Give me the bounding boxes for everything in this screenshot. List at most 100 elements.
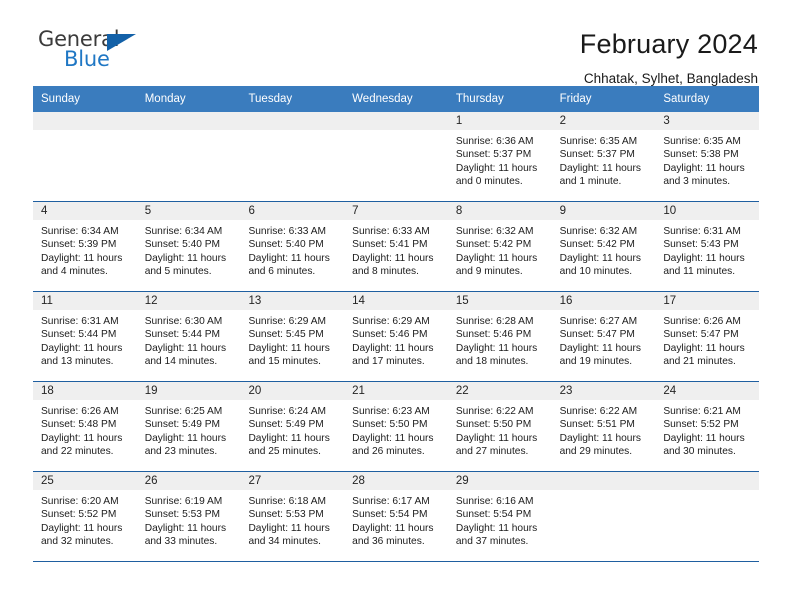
sunset-text: Sunset: 5:41 PM: [352, 239, 428, 251]
daylight-text: Daylight: 11 hours and 32 minutes.: [41, 522, 123, 548]
day-cell[interactable]: 19 Sunrise: 6:25 AM Sunset: 5:49 PM Dayl…: [136, 382, 241, 471]
sunrise-text: Sunrise: 6:26 AM: [663, 316, 741, 327]
sunrise-text: Sunrise: 6:34 AM: [41, 226, 119, 237]
day-number: 16: [551, 292, 656, 310]
day-cell[interactable]: 27 Sunrise: 6:18 AM Sunset: 5:53 PM Dayl…: [240, 472, 345, 561]
day-details: Sunrise: 6:21 AM Sunset: 5:52 PM Dayligh…: [655, 400, 759, 459]
day-details: Sunrise: 6:28 AM Sunset: 5:46 PM Dayligh…: [448, 310, 552, 369]
day-cell[interactable]: 2 Sunrise: 6:35 AM Sunset: 5:37 PM Dayli…: [551, 112, 656, 201]
sunrise-text: Sunrise: 6:29 AM: [352, 316, 430, 327]
daylight-text: Daylight: 11 hours and 8 minutes.: [352, 252, 434, 278]
day-cell[interactable]: 24 Sunrise: 6:21 AM Sunset: 5:52 PM Dayl…: [655, 382, 760, 471]
daylight-text: Daylight: 11 hours and 9 minutes.: [455, 252, 538, 278]
day-cell[interactable]: 10 Sunrise: 6:31 AM Sunset: 5:43 PM Dayl…: [655, 202, 760, 291]
day-cell[interactable]: 6 Sunrise: 6:33 AM Sunset: 5:40 PM Dayli…: [240, 202, 345, 291]
general-blue-logo[interactable]: General Blue: [34, 28, 154, 74]
daylight-text: Daylight: 11 hours and 29 minutes.: [559, 432, 641, 458]
daylight-text: Daylight: 11 hours and 25 minutes.: [248, 432, 330, 458]
day-cell[interactable]: 9 Sunrise: 6:32 AM Sunset: 5:42 PM Dayli…: [551, 202, 656, 291]
sunset-text: Sunset: 5:42 PM: [455, 239, 532, 251]
day-number: [240, 112, 345, 130]
day-details: Sunrise: 6:19 AM Sunset: 5:53 PM Dayligh…: [137, 490, 241, 549]
day-number: [344, 112, 448, 130]
day-cell[interactable]: [33, 112, 137, 201]
day-cell[interactable]: 12 Sunrise: 6:30 AM Sunset: 5:44 PM Dayl…: [136, 292, 241, 381]
sunrise-text: Sunrise: 6:35 AM: [663, 136, 741, 147]
daylight-text: Daylight: 11 hours and 37 minutes.: [455, 522, 538, 548]
daylight-text: Daylight: 11 hours and 5 minutes.: [144, 252, 227, 278]
day-number: 17: [655, 292, 760, 310]
daylight-text: Daylight: 11 hours and 33 minutes.: [144, 522, 227, 548]
day-number: 28: [344, 472, 448, 490]
day-cell[interactable]: 16 Sunrise: 6:27 AM Sunset: 5:47 PM Dayl…: [551, 292, 656, 381]
day-cell[interactable]: 5 Sunrise: 6:34 AM Sunset: 5:40 PM Dayli…: [136, 202, 241, 291]
day-details: [137, 130, 241, 135]
day-cell[interactable]: 23 Sunrise: 6:22 AM Sunset: 5:51 PM Dayl…: [551, 382, 656, 471]
sunrise-text: Sunrise: 6:35 AM: [559, 136, 638, 147]
day-number: 10: [655, 202, 760, 220]
sunrise-text: Sunrise: 6:36 AM: [455, 136, 534, 147]
day-number: 1: [447, 112, 552, 130]
day-cell[interactable]: 15 Sunrise: 6:28 AM Sunset: 5:46 PM Dayl…: [447, 292, 552, 381]
sunset-text: Sunset: 5:54 PM: [352, 509, 428, 521]
day-number: 5: [136, 202, 241, 220]
day-cell[interactable]: 20 Sunrise: 6:24 AM Sunset: 5:49 PM Dayl…: [240, 382, 345, 471]
sunset-text: Sunset: 5:49 PM: [144, 419, 221, 431]
day-cell[interactable]: 4 Sunrise: 6:34 AM Sunset: 5:39 PM Dayli…: [33, 202, 137, 291]
day-cell[interactable]: 7 Sunrise: 6:33 AM Sunset: 5:41 PM Dayli…: [344, 202, 448, 291]
day-cell[interactable]: 17 Sunrise: 6:26 AM Sunset: 5:47 PM Dayl…: [655, 292, 760, 381]
sunrise-text: Sunrise: 6:26 AM: [41, 406, 119, 417]
day-number: 23: [551, 382, 656, 400]
day-cell[interactable]: 13 Sunrise: 6:29 AM Sunset: 5:45 PM Dayl…: [240, 292, 345, 381]
day-cell[interactable]: 21 Sunrise: 6:23 AM Sunset: 5:50 PM Dayl…: [344, 382, 448, 471]
daylight-text: Daylight: 11 hours and 6 minutes.: [248, 252, 330, 278]
sunrise-text: Sunrise: 6:28 AM: [455, 316, 534, 327]
day-number: 2: [551, 112, 656, 130]
sunrise-text: Sunrise: 6:21 AM: [663, 406, 741, 417]
daylight-text: Daylight: 11 hours and 27 minutes.: [455, 432, 538, 458]
daylight-text: Daylight: 11 hours and 15 minutes.: [248, 342, 330, 368]
day-cell[interactable]: [344, 112, 448, 201]
day-cell[interactable]: 18 Sunrise: 6:26 AM Sunset: 5:48 PM Dayl…: [33, 382, 137, 471]
day-cell[interactable]: 22 Sunrise: 6:22 AM Sunset: 5:50 PM Dayl…: [447, 382, 552, 471]
day-cell[interactable]: [240, 112, 345, 201]
day-cell[interactable]: 11 Sunrise: 6:31 AM Sunset: 5:44 PM Dayl…: [33, 292, 137, 381]
daylight-text: Daylight: 11 hours and 22 minutes.: [41, 432, 123, 458]
weekday-header-monday: Monday: [144, 93, 186, 105]
day-cell[interactable]: 14 Sunrise: 6:29 AM Sunset: 5:46 PM Dayl…: [344, 292, 448, 381]
week-row: 25 Sunrise: 6:20 AM Sunset: 5:52 PM Dayl…: [33, 472, 760, 562]
sunset-text: Sunset: 5:46 PM: [352, 329, 428, 341]
day-details: Sunrise: 6:31 AM Sunset: 5:43 PM Dayligh…: [655, 220, 759, 279]
day-cell[interactable]: 1 Sunrise: 6:36 AM Sunset: 5:37 PM Dayli…: [447, 112, 552, 201]
day-details: Sunrise: 6:20 AM Sunset: 5:52 PM Dayligh…: [33, 490, 137, 549]
day-details: Sunrise: 6:31 AM Sunset: 5:44 PM Dayligh…: [33, 310, 137, 369]
day-cell[interactable]: [551, 472, 656, 561]
day-cell[interactable]: [655, 472, 760, 561]
sunrise-text: Sunrise: 6:33 AM: [248, 226, 327, 237]
daylight-text: Daylight: 11 hours and 0 minutes.: [455, 162, 538, 188]
daylight-text: Daylight: 11 hours and 13 minutes.: [41, 342, 123, 368]
day-details: Sunrise: 6:22 AM Sunset: 5:50 PM Dayligh…: [448, 400, 552, 459]
logo-text-blue: Blue: [64, 47, 110, 71]
day-details: Sunrise: 6:33 AM Sunset: 5:41 PM Dayligh…: [344, 220, 448, 279]
day-cell[interactable]: 26 Sunrise: 6:19 AM Sunset: 5:53 PM Dayl…: [136, 472, 241, 561]
day-number: 7: [344, 202, 448, 220]
day-details: Sunrise: 6:16 AM Sunset: 5:54 PM Dayligh…: [448, 490, 552, 549]
day-cell[interactable]: 29 Sunrise: 6:16 AM Sunset: 5:54 PM Dayl…: [447, 472, 552, 561]
day-details: Sunrise: 6:23 AM Sunset: 5:50 PM Dayligh…: [344, 400, 448, 459]
day-cell[interactable]: 25 Sunrise: 6:20 AM Sunset: 5:52 PM Dayl…: [33, 472, 137, 561]
day-cell[interactable]: 3 Sunrise: 6:35 AM Sunset: 5:38 PM Dayli…: [655, 112, 760, 201]
day-cell[interactable]: 28 Sunrise: 6:17 AM Sunset: 5:54 PM Dayl…: [344, 472, 448, 561]
day-cell[interactable]: [136, 112, 241, 201]
day-number: 25: [33, 472, 137, 490]
sunset-text: Sunset: 5:45 PM: [248, 329, 324, 341]
weekday-header-wednesday: Wednesday: [352, 93, 413, 105]
daylight-text: Daylight: 11 hours and 19 minutes.: [559, 342, 641, 368]
daylight-text: Daylight: 11 hours and 3 minutes.: [663, 162, 745, 188]
day-details: Sunrise: 6:36 AM Sunset: 5:37 PM Dayligh…: [448, 130, 552, 189]
sunset-text: Sunset: 5:43 PM: [663, 239, 739, 251]
sunset-text: Sunset: 5:49 PM: [248, 419, 324, 431]
brand-triangle-icon: [107, 34, 136, 51]
sunset-text: Sunset: 5:44 PM: [144, 329, 221, 341]
day-cell[interactable]: 8 Sunrise: 6:32 AM Sunset: 5:42 PM Dayli…: [447, 202, 552, 291]
